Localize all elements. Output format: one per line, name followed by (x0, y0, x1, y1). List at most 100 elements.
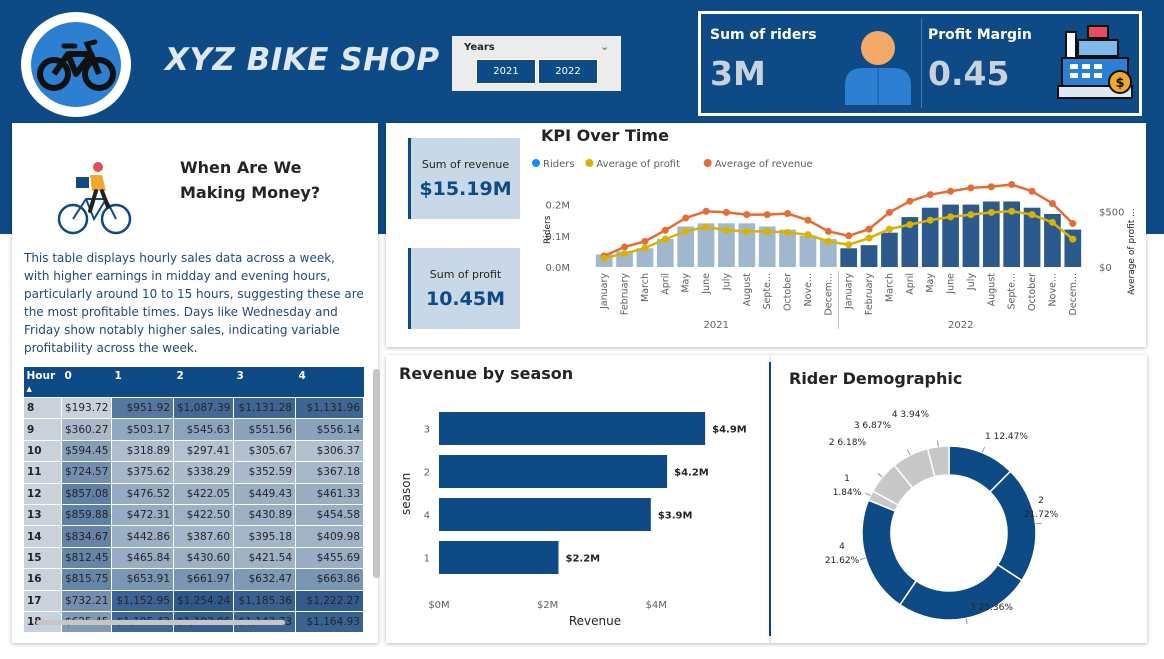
table-row[interactable]: 11 $724.57 $375.62 $338.29 $352.59 $367.18 (23, 461, 364, 484)
row-hour-cell: 12 (23, 482, 62, 505)
years-slicer[interactable]: Years ⌄ 2021 2022 (452, 36, 621, 91)
revenue-line-point (845, 232, 853, 240)
horizontal-scrollbar[interactable] (36, 620, 285, 625)
table-cell: $857.08 (61, 482, 112, 505)
revenue-line-point (987, 183, 995, 191)
x-tick-label: Nove... (803, 273, 814, 306)
leader-line (859, 557, 866, 561)
table-row[interactable]: 16 $815.75 $653.91 $661.97 $632.47 $663.86 (23, 568, 364, 591)
table-row[interactable]: 9 $360.27 $503.17 $545.63 $551.56 $556.14 (23, 418, 364, 441)
bar (439, 455, 668, 488)
table-cell: $455.69 (295, 546, 364, 570)
profit-line-point (722, 226, 730, 234)
bar (799, 235, 817, 267)
legend-label: Average of profit (596, 159, 680, 170)
profit-line-point (804, 231, 812, 239)
revenue-line-point (743, 211, 751, 219)
profit-line-point (947, 213, 955, 221)
table-row[interactable]: 15 $812.45 $465.84 $430.60 $421.54 $455.69 (23, 546, 364, 570)
matrix-header-hour[interactable]: Hour ▲ (23, 367, 62, 398)
x-tick-label: January (844, 273, 855, 310)
chevron-down-icon[interactable]: ⌄ (600, 40, 609, 53)
profit-line-point (1048, 218, 1056, 226)
svg-text:$: $ (1115, 76, 1124, 91)
table-cell: $421.54 (233, 546, 296, 570)
bar (860, 245, 878, 267)
legend-marker (585, 159, 594, 167)
hourly-sales-matrix[interactable]: Hour ▲ 0 1 2 3 4 8 $193.72 $951.92 $1,087.39… (23, 367, 364, 634)
profit-line-point (763, 227, 771, 235)
table-row[interactable]: 17 $732.21 $1,152.95 $1,254.24 $1,185.36 $1,2… (23, 589, 364, 612)
leader-line (1035, 522, 1042, 525)
row-hour-cell: 15 (23, 546, 62, 570)
data-label: $4.9M (712, 425, 747, 436)
revenue-line-point (1048, 199, 1056, 207)
matrix-header-2[interactable]: 2 (173, 367, 234, 398)
table-cell: $632.47 (233, 568, 296, 591)
x-tick-label: Nove... (1047, 273, 1058, 306)
table-cell: $422.05 (173, 482, 234, 505)
table-row[interactable]: 10 $594.45 $318.89 $297.41 $305.67 $306.37 (23, 439, 364, 463)
profit-line-point (987, 208, 995, 216)
table-row[interactable]: 14 $834.67 $442.86 $387.60 $395.18 $409.98 (23, 525, 364, 548)
x-tick-label: $4M (646, 600, 667, 611)
row-hour-cell: 13 (23, 503, 62, 527)
slicer-option-2021[interactable]: 2021 (476, 59, 536, 84)
sort-ascending-icon[interactable]: ▲ (27, 385, 32, 393)
table-cell: $430.60 (173, 546, 234, 570)
table-cell: $306.37 (295, 439, 364, 463)
x-tick-label: March (640, 273, 651, 302)
revenue-line-point (967, 184, 975, 192)
slice-label: 21.72% (1024, 510, 1059, 520)
slice-label: 1.84% (833, 488, 862, 498)
x-tick-label: May (681, 273, 692, 293)
leader-line (906, 449, 911, 456)
revenue-line-point (926, 191, 934, 199)
kpi-over-time-chart: Riders Average of profit Average of revenu… (532, 159, 1137, 331)
matrix-header-3[interactable]: 3 (233, 367, 296, 398)
profit-line-point (1008, 207, 1016, 215)
table-cell: $318.89 (111, 439, 174, 463)
row-hour-cell: 11 (23, 461, 62, 484)
matrix-header-0[interactable]: 0 (61, 367, 112, 398)
x-tick-label: May (925, 273, 936, 293)
profit-line-point (621, 250, 629, 258)
revenue-line-point (1008, 181, 1016, 189)
slice-label: 1 (844, 474, 850, 484)
table-cell: $465.84 (111, 546, 174, 570)
table-cell: $1,222.27 (295, 589, 364, 612)
kpi-chart-title: KPI Over Time (541, 126, 669, 145)
profit-card: Sum of profit 10.45M (408, 248, 520, 329)
table-cell: $476.52 (111, 482, 174, 505)
x-tick-label: August (742, 273, 753, 307)
vertical-scrollbar[interactable] (373, 369, 380, 578)
slicer-option-2022[interactable]: 2022 (538, 59, 598, 84)
bar (439, 541, 559, 574)
user-icon (845, 31, 911, 105)
table-cell: $367.18 (295, 461, 364, 484)
table-cell: $461.33 (295, 482, 364, 505)
matrix-header-4[interactable]: 4 (295, 367, 364, 398)
revenue-line-point (722, 208, 730, 216)
x-tick-label: June (946, 273, 957, 295)
x-tick-label: $2M (537, 600, 558, 611)
revenue-line-point (1028, 187, 1036, 195)
table-row[interactable]: 8 $193.72 $951.92 $1,087.39 $1,131.28 $1,131.… (23, 396, 364, 420)
revenue-line-point (804, 216, 812, 224)
bar (439, 498, 651, 531)
slice-label: 4 (839, 542, 845, 552)
profit-line-point (702, 223, 710, 231)
matrix-header-1[interactable]: 1 (111, 367, 174, 398)
shop-title: XYZ BIKE SHOP (165, 42, 440, 78)
revenue-line-point (824, 227, 832, 235)
y-tick-label: 2 (424, 468, 430, 479)
table-row[interactable]: 12 $857.08 $476.52 $422.05 $449.43 $461.33 (23, 482, 364, 505)
table-cell: $409.98 (295, 525, 364, 548)
table-cell: $1,254.24 (173, 589, 234, 612)
profit-line-point (885, 225, 893, 233)
table-cell: $815.75 (61, 568, 112, 591)
profit-line-point (824, 237, 832, 245)
table-row[interactable]: 13 $859.88 $472.31 $422.50 $430.89 $454.58 (23, 503, 364, 527)
profit-line-point (641, 244, 649, 252)
x-tick-label: July (966, 273, 977, 291)
